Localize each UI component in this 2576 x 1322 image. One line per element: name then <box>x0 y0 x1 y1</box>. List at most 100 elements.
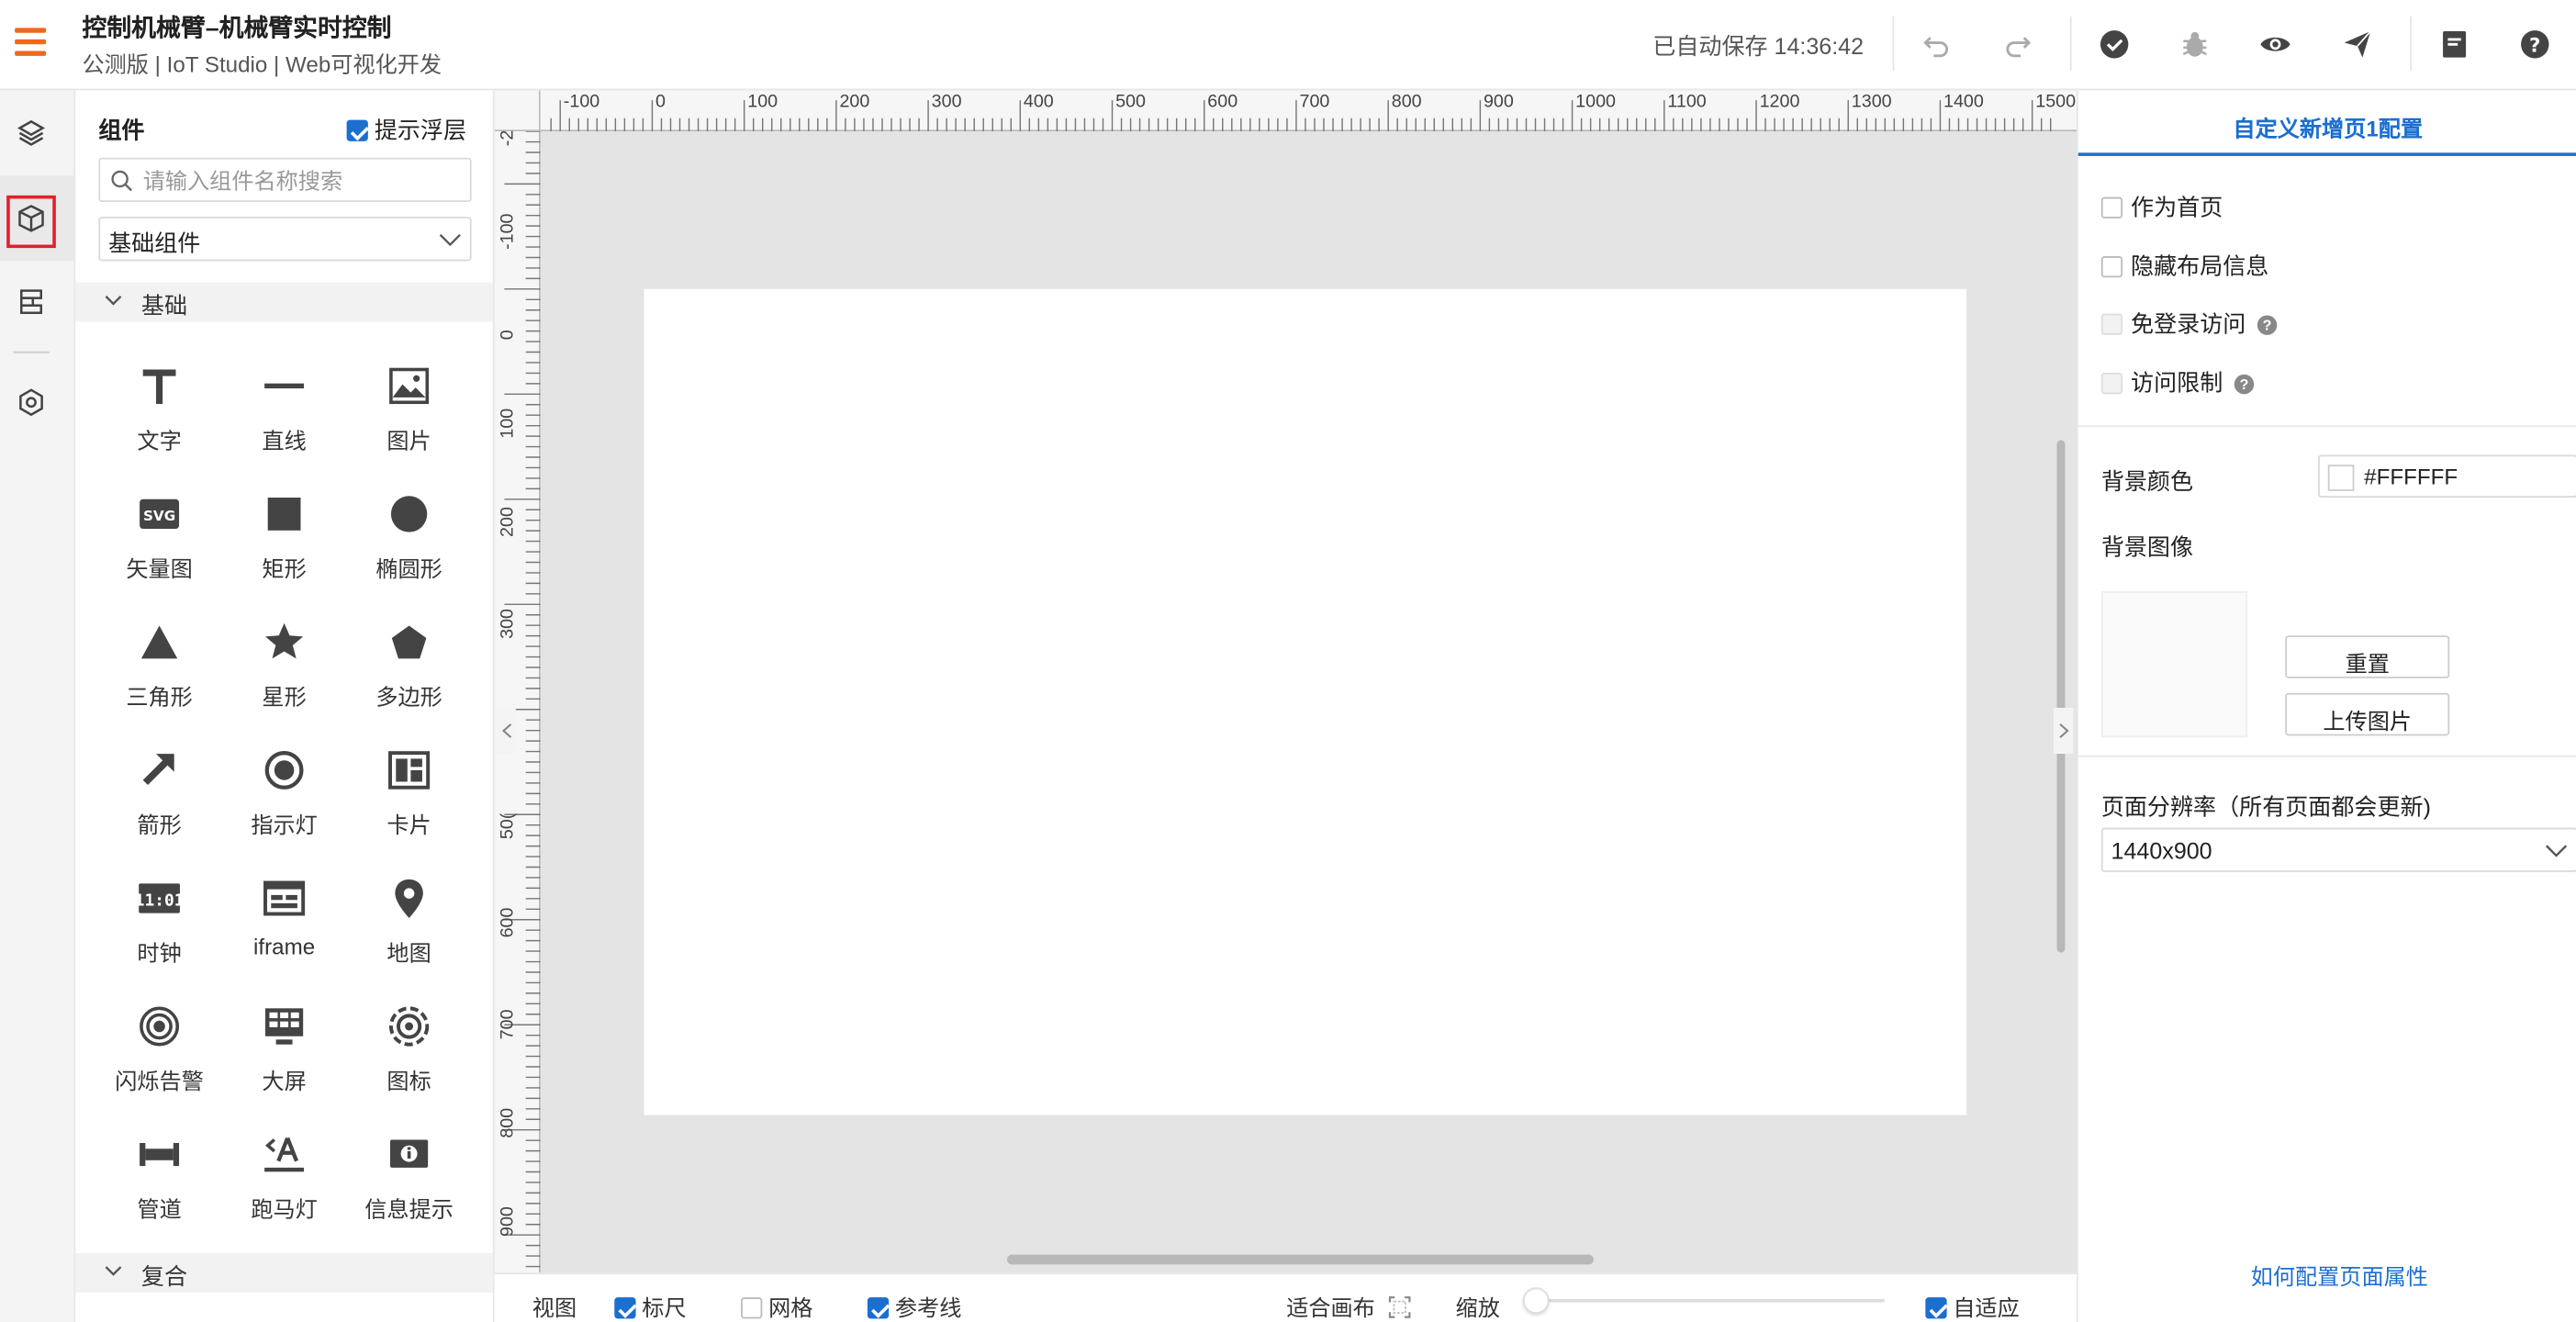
horizontal-ruler: -100 0 100 200 300 400 500 600 700 800 900 1000 1100… <box>540 90 2077 132</box>
panel-title: 组件 <box>98 117 145 143</box>
category-select-value: 基础组件 <box>108 230 201 257</box>
zoom-slider-track[interactable] <box>1522 1298 1885 1303</box>
component-svg[interactable]: SVG 矢量图 <box>106 491 212 606</box>
page-canvas[interactable] <box>644 288 1967 1115</box>
category-select[interactable]: 基础组件 <box>98 217 472 262</box>
upload-image-button[interactable]: 上传图片 <box>2285 692 2450 736</box>
page-subtitle: 公测版 | IoT Studio | Web可视化开发 <box>82 52 442 78</box>
hint-layer-checkbox[interactable] <box>346 119 368 141</box>
auto-fit-checkbox[interactable] <box>1925 1297 1947 1319</box>
undo-icon[interactable] <box>1917 25 1956 64</box>
section-basic-header[interactable]: 基础 <box>75 282 493 322</box>
ruler-label: -100 <box>563 92 600 112</box>
option-no-login[interactable]: 免登录访问? <box>2100 308 2278 341</box>
auto-fit-toggle[interactable]: 自适应 <box>1925 1289 2020 1322</box>
component-map[interactable]: 地图 <box>356 875 462 990</box>
component-card[interactable]: 卡片 <box>356 747 462 862</box>
ruler-label: 300 <box>498 609 518 639</box>
component-image[interactable]: 图片 <box>356 363 462 477</box>
collapse-left-panel-button[interactable] <box>496 707 516 755</box>
hint-layer-label: 提示浮层 <box>374 117 467 143</box>
ruler-checkbox[interactable] <box>614 1297 636 1319</box>
resolution-select[interactable]: 1440x900 <box>2100 827 2576 872</box>
hide-layout-checkbox[interactable] <box>2100 256 2123 278</box>
component-iframe[interactable]: iframe <box>231 875 337 990</box>
section-composite-header[interactable]: 复合 <box>75 1252 493 1293</box>
icon-component-icon <box>386 1003 432 1049</box>
bg-color-input[interactable]: #FFFFFF <box>2318 454 2576 499</box>
component-polygon[interactable]: 多边形 <box>356 619 462 734</box>
component-icon[interactable]: 图标 <box>356 1003 462 1118</box>
component-indicator[interactable]: 指示灯 <box>231 747 337 862</box>
component-label: 多边形 <box>375 684 442 710</box>
component-star[interactable]: 星形 <box>231 619 337 734</box>
component-triangle[interactable]: 三角形 <box>106 619 212 734</box>
fit-canvas-label: 适合画布 <box>1286 1295 1375 1321</box>
layout-icon[interactable] <box>12 283 51 322</box>
grid-toggle[interactable]: 网格 <box>741 1289 812 1322</box>
access-limit-checkbox[interactable] <box>2100 373 2123 395</box>
svg-text:?: ? <box>2529 34 2540 57</box>
document-icon[interactable] <box>2435 25 2474 64</box>
component-label: 椭圆形 <box>375 556 442 582</box>
marquee-icon <box>262 1131 308 1177</box>
option-access-limit[interactable]: 访问限制? <box>2100 366 2255 399</box>
redo-icon[interactable] <box>1998 25 2037 64</box>
eye-icon[interactable] <box>2256 25 2295 64</box>
settings-hexagon-icon[interactable] <box>12 383 51 422</box>
hint-layer-toggle[interactable]: 提示浮层 <box>346 113 467 146</box>
zoom-slider-handle[interactable] <box>1522 1287 1550 1315</box>
reset-button[interactable]: 重置 <box>2285 635 2450 678</box>
page-properties-help-link[interactable]: 如何配置页面属性 <box>2078 1258 2576 1291</box>
grid-checkbox[interactable] <box>741 1297 763 1319</box>
guides-toggle[interactable]: 参考线 <box>867 1289 961 1322</box>
send-icon[interactable] <box>2338 25 2378 64</box>
section-divider <box>2078 425 2576 428</box>
option-set-homepage[interactable]: 作为首页 <box>2100 191 2223 224</box>
resolution-select-value: 1440x900 <box>2111 837 2212 864</box>
component-info-tip[interactable]: 信息提示 <box>356 1131 462 1246</box>
layers-icon[interactable] <box>12 113 51 152</box>
component-search[interactable] <box>98 157 472 203</box>
component-line[interactable]: 直线 <box>231 363 337 477</box>
tab-page-config[interactable]: 自定义新增页1配置 <box>2078 90 2576 156</box>
component-ellipse[interactable]: 椭圆形 <box>356 491 462 606</box>
ruler-label: -2 <box>498 129 518 147</box>
component-big-screen[interactable]: 大屏 <box>231 1003 337 1118</box>
component-flashing-alarm[interactable]: 闪烁告警 <box>106 1003 212 1118</box>
guides-checkbox[interactable] <box>867 1297 890 1319</box>
ruler-label: 200 <box>839 92 870 112</box>
homepage-checkbox[interactable] <box>2100 196 2123 218</box>
component-pipe[interactable]: 管道 <box>106 1131 212 1246</box>
ellipse-icon <box>386 491 432 537</box>
info-tip-icon <box>386 1131 432 1177</box>
help-icon[interactable]: ? <box>2515 25 2555 64</box>
color-swatch[interactable] <box>2327 465 2355 491</box>
ruler-label: 800 <box>1391 92 1422 112</box>
no-login-checkbox[interactable] <box>2100 313 2123 335</box>
help-icon[interactable]: ? <box>2234 374 2255 395</box>
bg-image-preview[interactable] <box>2100 590 2248 738</box>
ruler-toggle[interactable]: 标尺 <box>614 1289 687 1322</box>
help-icon[interactable]: ? <box>2257 315 2278 335</box>
ruler-label: 标尺 <box>642 1295 687 1321</box>
collapse-right-panel-button[interactable] <box>2053 707 2074 755</box>
indicator-light-icon <box>262 747 308 793</box>
vertical-ruler: -2-100010020030040050(6007008009001000 <box>494 129 541 1273</box>
component-marquee[interactable]: 跑马灯 <box>231 1131 337 1246</box>
option-hide-layout[interactable]: 隐藏布局信息 <box>2100 250 2268 283</box>
component-label: 大屏 <box>262 1069 307 1094</box>
canvas-stage[interactable]: -100 0 100 200 300 400 500 600 700 800 900 1000 1100… <box>494 90 2077 1273</box>
horizontal-scrollbar[interactable] <box>1006 1254 1594 1265</box>
vertical-scrollbar[interactable] <box>2056 440 2066 953</box>
menu-icon[interactable] <box>15 28 47 59</box>
component-text[interactable]: 文字 <box>106 363 212 477</box>
component-rectangle[interactable]: 矩形 <box>231 491 337 606</box>
component-clock[interactable]: 11:01 时钟 <box>106 875 212 990</box>
bug-icon[interactable] <box>2175 25 2214 64</box>
fit-canvas-button[interactable]: 适合画布 <box>1286 1289 1411 1322</box>
component-arrow[interactable]: 箭形 <box>106 747 212 862</box>
search-input[interactable] <box>142 163 464 197</box>
svg-icon: SVG <box>137 491 183 537</box>
check-circle-icon[interactable] <box>2095 25 2134 64</box>
